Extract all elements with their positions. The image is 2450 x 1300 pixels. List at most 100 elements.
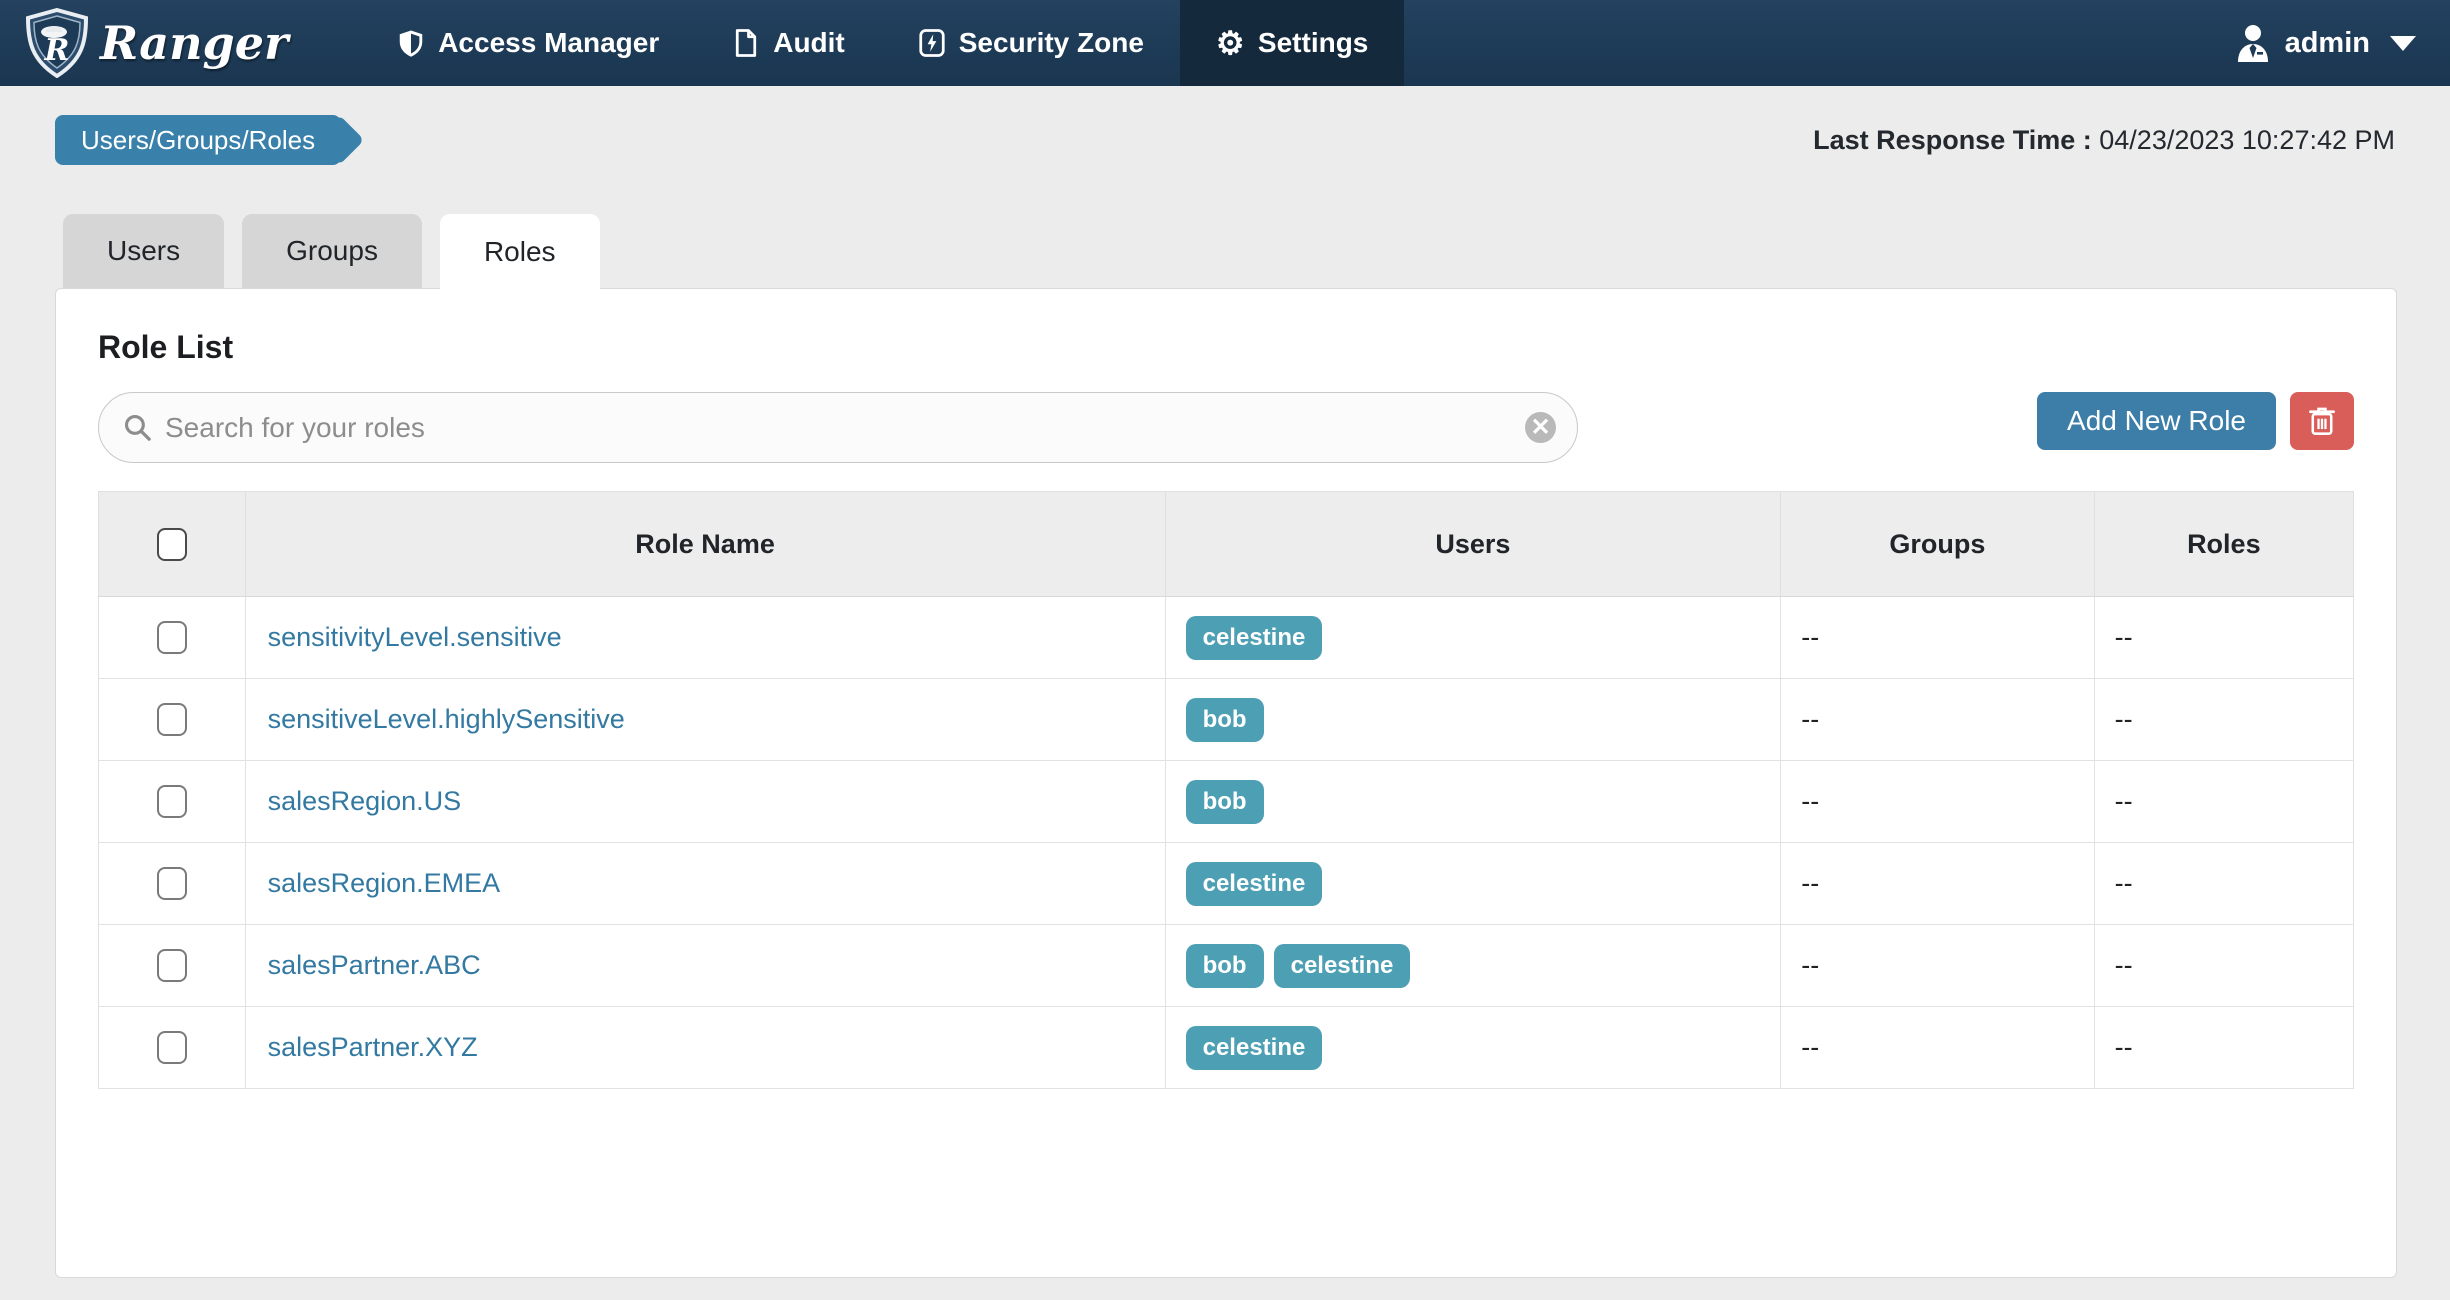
user-badge: bob — [1186, 698, 1264, 742]
role-roles-cell: -- — [2094, 1007, 2353, 1089]
brand-name: Ranger — [100, 16, 288, 70]
select-all-header — [99, 492, 246, 597]
tab-bar: Users Groups Roles — [63, 214, 2450, 288]
table-row: salesRegion.EMEA celestine -- -- — [99, 843, 2354, 925]
role-name-cell: salesPartner.ABC — [245, 925, 1165, 1007]
breadcrumb[interactable]: Users/Groups/Roles — [55, 115, 341, 165]
last-response-time-label: Last Response Time : — [1813, 125, 2092, 155]
tab-roles[interactable]: Roles — [440, 214, 600, 289]
nav-item-access-manager[interactable]: Access Manager — [360, 0, 695, 86]
roles-panel: Role List ✕ Add New Role — [55, 288, 2397, 1278]
table-row: salesPartner.XYZ celestine -- -- — [99, 1007, 2354, 1089]
delete-roles-button[interactable] — [2290, 392, 2354, 450]
role-users-cell: bob — [1165, 761, 1781, 843]
last-response-time: Last Response Time : 04/23/2023 10:27:42… — [1813, 125, 2395, 156]
ranger-logo[interactable]: R Ranger — [0, 0, 322, 86]
bolt-icon — [917, 28, 947, 58]
table-row: salesRegion.US bob -- -- — [99, 761, 2354, 843]
role-users-cell: bob — [1165, 679, 1781, 761]
svg-text:R: R — [44, 33, 70, 68]
role-name-link[interactable]: salesRegion.EMEA — [268, 868, 501, 898]
role-users-cell: celestine — [1165, 1007, 1781, 1089]
table-row: sensitivityLevel.sensitive celestine -- … — [99, 597, 2354, 679]
role-roles-cell: -- — [2094, 597, 2353, 679]
row-checkbox[interactable] — [157, 703, 187, 736]
table-header-row: Role Name Users Groups Roles — [99, 492, 2354, 597]
role-users-cell: celestine — [1165, 597, 1781, 679]
tab-users[interactable]: Users — [63, 214, 224, 288]
header-groups: Groups — [1781, 492, 2094, 597]
nav-item-security-zone[interactable]: Security Zone — [881, 0, 1180, 86]
tab-groups[interactable]: Groups — [242, 214, 422, 288]
row-checkbox-cell — [99, 1007, 246, 1089]
user-badge: bob — [1186, 944, 1264, 988]
user-badge: celestine — [1186, 1026, 1323, 1070]
row-checkbox[interactable] — [157, 949, 187, 982]
header-users: Users — [1165, 492, 1781, 597]
nav-item-settings[interactable]: ⚙ Settings — [1180, 0, 1404, 86]
role-groups-cell: -- — [1781, 761, 2094, 843]
user-badge: celestine — [1186, 616, 1323, 660]
row-checkbox-cell — [99, 925, 246, 1007]
nav-label: Settings — [1258, 27, 1368, 59]
search-icon — [122, 412, 153, 443]
role-roles-cell: -- — [2094, 679, 2353, 761]
table-row: sensitiveLevel.highlySensitive bob -- -- — [99, 679, 2354, 761]
nav-menu: Access Manager Audit Security Zone ⚙ Set… — [360, 0, 1404, 86]
user-badge: celestine — [1274, 944, 1411, 988]
header-roles: Roles — [2094, 492, 2353, 597]
role-name-cell: salesPartner.XYZ — [245, 1007, 1165, 1089]
role-name-link[interactable]: salesPartner.ABC — [268, 950, 481, 980]
role-name-cell: sensitivityLevel.sensitive — [245, 597, 1165, 679]
nav-label: Audit — [773, 27, 845, 59]
role-roles-cell: -- — [2094, 843, 2353, 925]
add-new-role-button[interactable]: Add New Role — [2037, 392, 2276, 450]
role-groups-cell: -- — [1781, 1007, 2094, 1089]
last-response-time-value: 04/23/2023 10:27:42 PM — [2099, 125, 2395, 155]
table-row: salesPartner.ABC bobcelestine -- -- — [99, 925, 2354, 1007]
row-checkbox[interactable] — [157, 1031, 187, 1064]
search-input[interactable] — [98, 392, 1578, 463]
row-checkbox[interactable] — [157, 785, 187, 818]
chevron-down-icon — [2390, 36, 2416, 51]
gear-icon: ⚙ — [1216, 28, 1246, 58]
header-role-name: Role Name — [245, 492, 1165, 597]
clear-search-icon[interactable]: ✕ — [1525, 412, 1556, 443]
row-checkbox[interactable] — [157, 621, 187, 654]
role-groups-cell: -- — [1781, 597, 2094, 679]
nav-label: Access Manager — [438, 27, 659, 59]
role-groups-cell: -- — [1781, 843, 2094, 925]
roles-toolbar: ✕ Add New Role — [98, 392, 2354, 463]
role-name-link[interactable]: sensitiveLevel.highlySensitive — [268, 704, 625, 734]
select-all-checkbox[interactable] — [157, 528, 187, 561]
role-users-cell: celestine — [1165, 843, 1781, 925]
role-users-cell: bobcelestine — [1165, 925, 1781, 1007]
trash-icon — [2308, 406, 2336, 436]
page-topbar: Users/Groups/Roles Last Response Time : … — [0, 86, 2450, 170]
user-badge: celestine — [1186, 862, 1323, 906]
nav-label: Security Zone — [959, 27, 1144, 59]
row-checkbox-cell — [99, 761, 246, 843]
shield-icon — [396, 28, 426, 58]
user-menu[interactable]: admin — [2235, 0, 2416, 86]
ranger-shield-icon: R — [24, 8, 90, 78]
role-roles-cell: -- — [2094, 761, 2353, 843]
role-roles-cell: -- — [2094, 925, 2353, 1007]
user-icon — [2235, 24, 2271, 62]
role-name-link[interactable]: salesPartner.XYZ — [268, 1032, 478, 1062]
role-name-cell: salesRegion.EMEA — [245, 843, 1165, 925]
top-navbar: R Ranger Access Manager Audit Security Z… — [0, 0, 2450, 86]
roles-table: Role Name Users Groups Roles sensitivity… — [98, 491, 2354, 1089]
role-name-link[interactable]: salesRegion.US — [268, 786, 462, 816]
row-checkbox[interactable] — [157, 867, 187, 900]
user-badge: bob — [1186, 780, 1264, 824]
nav-item-audit[interactable]: Audit — [695, 0, 881, 86]
role-name-link[interactable]: sensitivityLevel.sensitive — [268, 622, 562, 652]
row-checkbox-cell — [99, 843, 246, 925]
user-name: admin — [2285, 27, 2370, 60]
role-name-cell: sensitiveLevel.highlySensitive — [245, 679, 1165, 761]
role-name-cell: salesRegion.US — [245, 761, 1165, 843]
row-checkbox-cell — [99, 679, 246, 761]
document-icon — [731, 28, 761, 58]
role-groups-cell: -- — [1781, 679, 2094, 761]
